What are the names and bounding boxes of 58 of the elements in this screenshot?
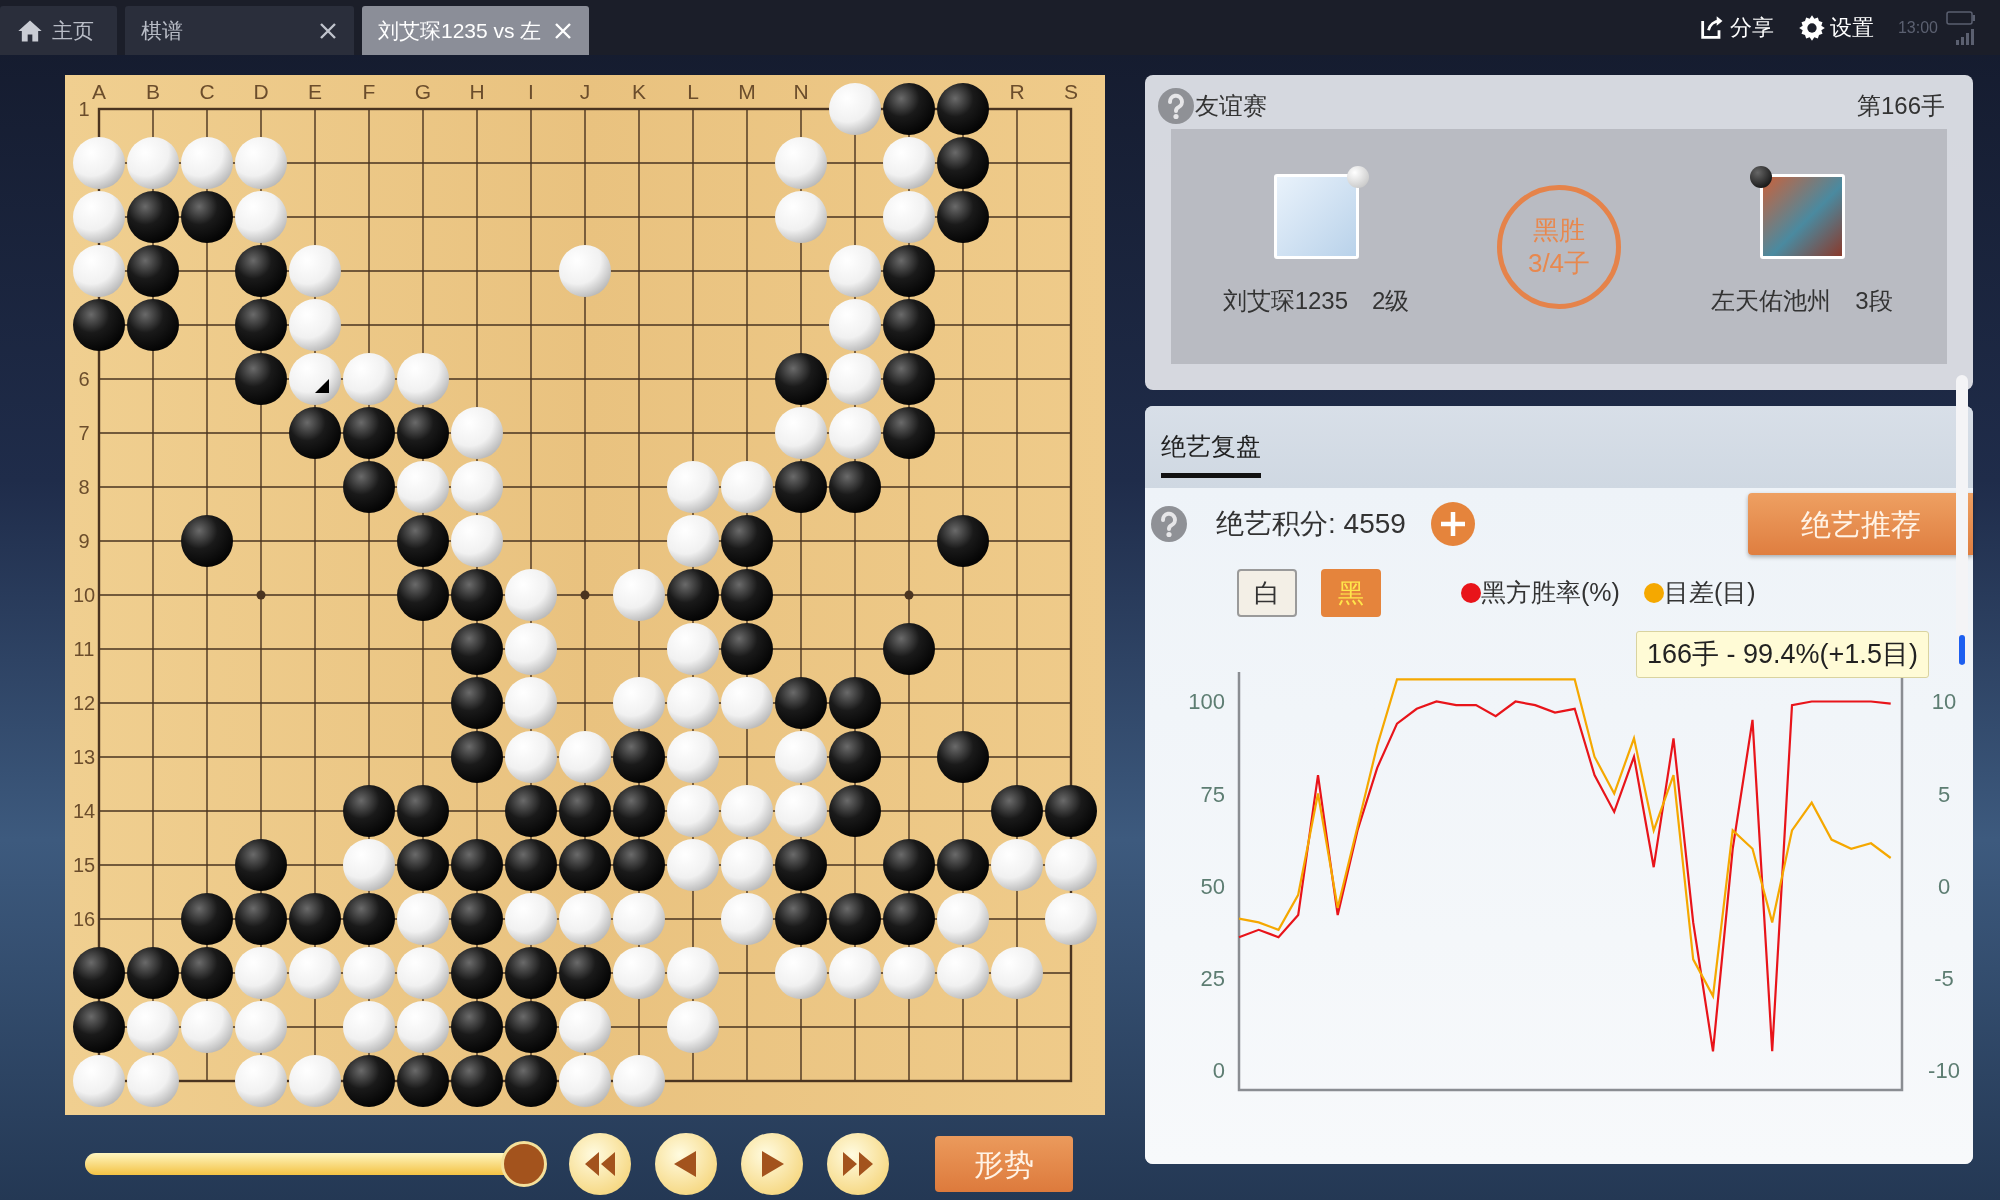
- side-toggle[interactable]: 白: [1237, 569, 1297, 617]
- column-label: H: [469, 80, 485, 103]
- column-label: S: [1064, 80, 1078, 103]
- row-label: 8: [78, 476, 90, 498]
- row-label: 7: [78, 422, 90, 444]
- column-label: M: [738, 80, 756, 103]
- legend-label: 黑方胜率(%): [1481, 577, 1620, 609]
- score-text: 绝艺积分: 4559: [1216, 507, 1406, 541]
- axis-tick-label: 50: [1200, 873, 1225, 899]
- column-label: N: [793, 80, 809, 103]
- column-label: R: [1009, 80, 1025, 103]
- axis-tick-label: -10: [1928, 1057, 1960, 1083]
- axis-tick-label: 100: [1188, 689, 1225, 715]
- player-rank: 3段: [1855, 286, 1893, 316]
- row-label: 16: [72, 908, 96, 930]
- row-label: 12: [72, 692, 96, 714]
- axis-tick-label: -5: [1934, 965, 1954, 991]
- player-name: 左天佑池州: [1711, 286, 1832, 316]
- move-number: 第166手: [1856, 91, 1945, 121]
- row-label: 13: [72, 746, 96, 768]
- axis-tick-label: 10: [1931, 689, 1957, 715]
- column-label: J: [579, 80, 591, 103]
- axis-tick-label: 0: [1937, 873, 1951, 899]
- row-label: 11: [73, 638, 95, 660]
- column-label: F: [362, 80, 376, 103]
- share-button[interactable]: 分享: [1697, 11, 1774, 44]
- player-name: 刘艾琛1235: [1222, 286, 1348, 316]
- column-label: L: [687, 80, 699, 103]
- axis-tick-label: 25: [1200, 965, 1225, 991]
- row-label: 9: [78, 530, 90, 552]
- column-label: G: [414, 80, 432, 103]
- status-time: 13:00: [1897, 17, 1938, 38]
- result-margin: 3/4子: [1527, 246, 1591, 279]
- row-label: 6: [78, 368, 90, 390]
- tab[interactable]: 主页: [0, 6, 117, 55]
- row-label: 14: [72, 800, 96, 822]
- column-label: K: [632, 80, 646, 103]
- axis-tick-label: 0: [1212, 1057, 1225, 1083]
- row-label: 1: [78, 98, 90, 120]
- tab[interactable]: 棋谱: [125, 6, 354, 55]
- player-rank: 2级: [1372, 286, 1410, 316]
- result-text: 黑胜: [1533, 214, 1585, 247]
- column-label: B: [146, 80, 160, 103]
- column-label: C: [199, 80, 215, 103]
- axis-tick-label: 75: [1200, 781, 1225, 807]
- column-label: A: [92, 80, 106, 103]
- row-label: 10: [72, 584, 96, 606]
- axis-tick-label: 5: [1937, 781, 1951, 807]
- settings-button[interactable]: 设置: [1797, 11, 1874, 44]
- row-label: 15: [72, 854, 96, 876]
- game-type: 友谊赛: [1195, 91, 1267, 121]
- column-label: E: [308, 80, 322, 103]
- tab[interactable]: 绝艺复盘: [1161, 427, 1261, 478]
- go-board[interactable]: A B C D E F G H I J K L M N R S 1 6 7 8 9 10 11 12 13 14 15 16: [65, 75, 1105, 1115]
- column-label: I: [528, 80, 534, 103]
- chart-tooltip: 166手 - 99.4%(+1.5目): [1636, 631, 1929, 678]
- column-label: D: [253, 80, 269, 103]
- legend-label: 目差(目): [1663, 577, 1756, 609]
